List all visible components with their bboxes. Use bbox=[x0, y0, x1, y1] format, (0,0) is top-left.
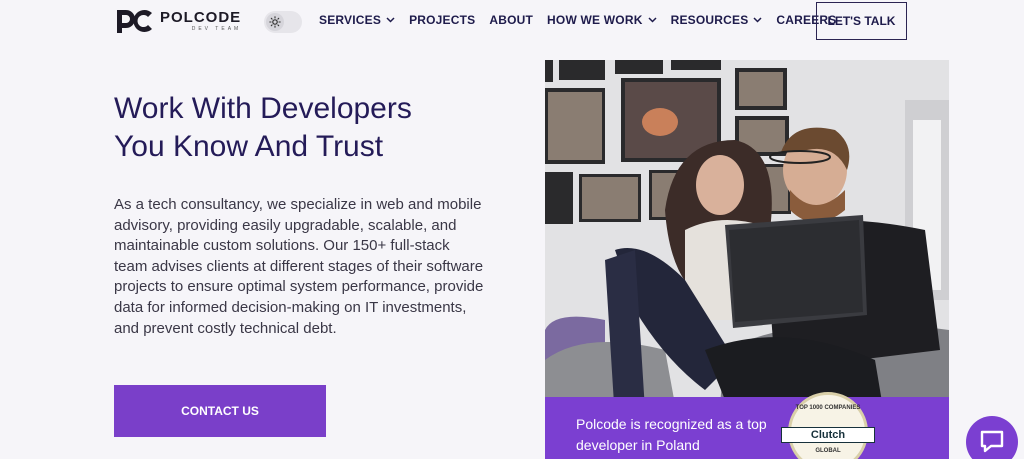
logo-name: POLCODE bbox=[160, 9, 242, 26]
nav-item-label: ABOUT bbox=[489, 13, 534, 27]
hero-title-line-1: Work With Developers bbox=[114, 92, 412, 125]
logo-subtitle: DEV TEAM bbox=[191, 26, 242, 32]
badge-top-text: TOP 1000 COMPANIES bbox=[795, 405, 861, 411]
theme-toggle[interactable] bbox=[264, 11, 302, 33]
sun-icon bbox=[269, 16, 281, 28]
nav-item-projects[interactable]: PROJECTS bbox=[409, 13, 475, 27]
badge-bottom-text: GLOBAL bbox=[815, 448, 841, 454]
nav-item-services[interactable]: SERVICES bbox=[319, 13, 395, 27]
hero-title-line-2: You Know And Trust bbox=[114, 130, 384, 163]
polcode-logo[interactable]: POLCODE DEV TEAM bbox=[114, 6, 241, 36]
nav-item-about[interactable]: ABOUT bbox=[489, 13, 533, 27]
recognition-text: Polcode is recognized as a top developer… bbox=[576, 416, 767, 453]
chevron-down-icon bbox=[386, 17, 395, 23]
lets-talk-button[interactable]: LET'S TALK bbox=[816, 2, 907, 40]
chevron-down-icon bbox=[648, 17, 657, 23]
nav-item-how-we-work[interactable]: HOW WE WORK bbox=[547, 13, 657, 27]
chevron-down-icon bbox=[753, 17, 762, 23]
recognition-banner: Polcode is recognized as a top developer… bbox=[545, 392, 949, 459]
chat-launcher-button[interactable] bbox=[966, 416, 1018, 459]
nav-item-label: RESOURCES bbox=[670, 13, 749, 27]
toggle-knob bbox=[266, 13, 284, 31]
hero-description: As a tech consultancy, we specialize in … bbox=[114, 196, 484, 337]
clutch-badge[interactable]: TOP 1000 COMPANIES Clutch GLOBAL bbox=[781, 392, 875, 459]
badge-brand: Clutch bbox=[781, 427, 875, 443]
chat-bubble-icon bbox=[980, 430, 1004, 453]
top-navigation: POLCODE DEV TEAM SERVICES PROJECTS ABOUT… bbox=[0, 0, 1024, 42]
hero-title: Work With Developers You Know And Trust bbox=[114, 90, 494, 166]
logo-text: POLCODE DEV TEAM bbox=[160, 9, 242, 33]
nav-item-label: PROJECTS bbox=[409, 13, 476, 27]
contact-us-button[interactable]: CONTACT US bbox=[114, 385, 326, 437]
polcode-logo-mark-icon bbox=[117, 10, 152, 33]
nav-item-label: HOW WE WORK bbox=[547, 13, 643, 27]
main-menu: SERVICES PROJECTS ABOUT HOW WE WORK RESO… bbox=[319, 13, 850, 27]
nav-item-label: SERVICES bbox=[319, 13, 382, 27]
nav-item-resources[interactable]: RESOURCES bbox=[671, 13, 763, 27]
